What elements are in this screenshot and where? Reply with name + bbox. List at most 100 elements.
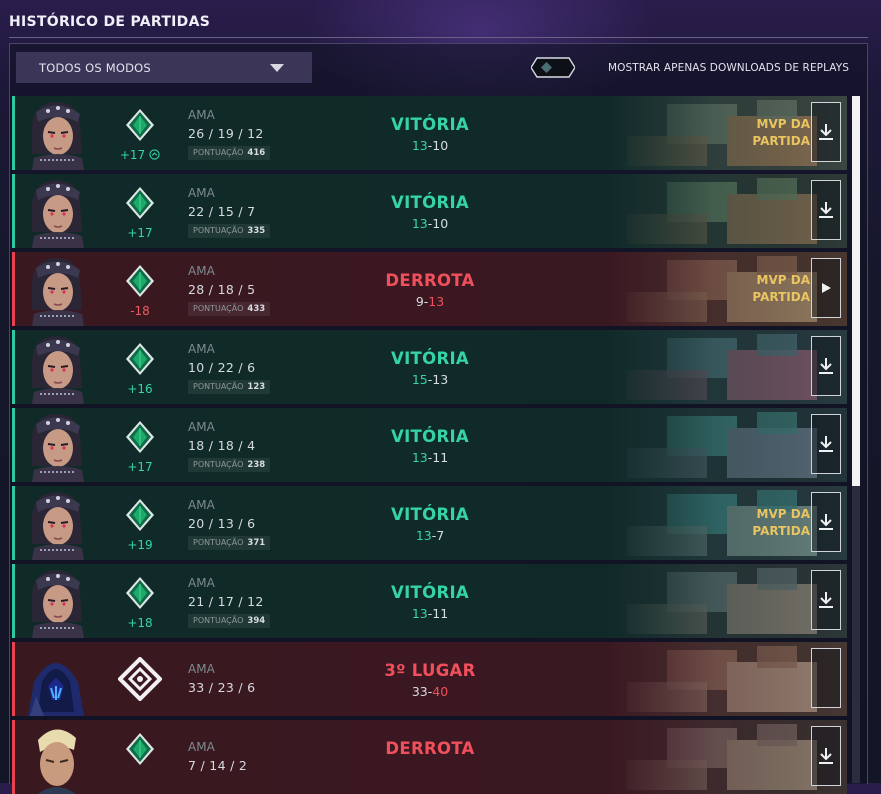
rank-rating-value: +16 [127,382,153,396]
download-replay-button[interactable] [811,180,841,240]
title-divider [9,37,868,38]
game-mode-label: AMA [188,740,215,754]
rank-rating-value: +17 [127,460,153,474]
team-score: 9 [415,294,424,309]
download-replay-button[interactable] [811,492,841,552]
play-icon [820,282,832,294]
emerald-rank-icon [124,342,156,376]
scrollbar-thumb[interactable] [852,96,860,486]
result-accent-bar [12,408,15,482]
rank-rating-value: +18 [127,616,153,630]
score-badge: PONTUAÇÃO 416 [188,146,271,160]
download-replay-button[interactable] [811,414,841,474]
download-replay-button[interactable] [811,336,841,396]
download-icon [817,435,835,453]
rank-rating-change: +17 [112,148,168,162]
match-row[interactable]: +17 AMA 26 / 19 / 12 PONTUAÇÃO 416 VITÓRI… [12,96,847,170]
emerald-rank-icon [124,264,156,298]
enemy-score: 10 [432,138,449,153]
mvp-badge: MVP DA PARTIDA [752,507,810,538]
team-score: 15 [411,372,428,387]
match-row[interactable]: +16 AMA 10 / 22 / 6 PONTUAÇÃO 123 VITÓRIA… [12,330,847,404]
kda-stats: 21 / 17 / 12 [188,594,264,609]
score-value: 335 [247,226,266,236]
kda-stats: 28 / 18 / 5 [188,282,256,297]
match-result-label: VITÓRIA [391,193,469,212]
result-accent-bar [12,642,15,716]
match-result-label: VITÓRIA [391,115,469,134]
kda-stats: 20 / 13 / 6 [188,516,256,531]
rank-rating-change: +17 [112,460,168,474]
score-label: PONTUAÇÃO [193,226,244,235]
score-badge: PONTUAÇÃO 238 [188,458,271,472]
enemy-score: 10 [432,216,449,231]
match-result-label: VITÓRIA [391,427,469,446]
score-value: 394 [247,616,266,626]
score-label: PONTUAÇÃO [193,304,244,313]
download-icon [817,513,835,531]
replay-filter-label: MOSTRAR APENAS DOWNLOADS DE REPLAYS [608,62,850,74]
match-row[interactable]: +19 AMA 20 / 13 / 6 PONTUAÇÃO 371 VITÓRIA… [12,486,847,560]
kda-stats: 22 / 15 / 7 [188,204,256,219]
match-result-label: DERROTA [385,271,475,290]
team-score: 13 [411,216,428,231]
match-score: 9-13 [330,294,530,309]
enemy-score: 13 [432,372,449,387]
shield-up-icon [149,149,160,160]
emerald-rank-icon [124,108,156,142]
rank-rating-value: +17 [119,148,146,162]
result-accent-bar [12,564,15,638]
download-icon [817,201,835,219]
rank-rating-value: -18 [130,304,150,318]
chevron-down-icon [270,64,284,72]
agent-portrait-reyna [24,486,88,560]
score-badge: PONTUAÇÃO 394 [188,614,271,628]
rank-rating-change: +17 [112,226,168,240]
result-accent-bar [12,96,15,170]
team-score: 13 [415,528,432,543]
score-label: PONTUAÇÃO [193,616,244,625]
rank-rating-change: +18 [112,616,168,630]
score-badge: PONTUAÇÃO 433 [188,302,271,316]
match-row[interactable]: +17 AMA 18 / 18 / 4 PONTUAÇÃO 238 VITÓRIA… [12,408,847,482]
team-score: 33 [411,684,428,699]
game-mode-label: AMA [188,498,215,512]
rank-rating-value: +19 [127,538,153,552]
download-replay-button[interactable] [811,102,841,162]
mode-filter-dropdown[interactable]: TODOS OS MODOS [16,52,312,83]
play-replay-button[interactable] [811,258,841,318]
match-score: 13-10 [330,216,530,231]
score-label: PONTUAÇÃO [193,460,244,469]
kda-stats: 33 / 23 / 6 [188,680,256,695]
rank-rating-change: +19 [112,538,168,552]
score-label: PONTUAÇÃO [193,538,244,547]
match-row[interactable]: +17 AMA 22 / 15 / 7 PONTUAÇÃO 335 VITÓRIA… [12,174,847,248]
download-replay-button[interactable] [811,726,841,786]
replay-filter-toggle[interactable] [531,57,575,78]
kda-stats: 7 / 14 / 2 [188,758,248,773]
enemy-score: 13 [428,294,445,309]
game-mode-label: AMA [188,108,215,122]
download-replay-button[interactable] [811,570,841,630]
match-row[interactable]: -18 AMA 28 / 18 / 5 PONTUAÇÃO 433 DERROTA… [12,252,847,326]
page-title: HISTÓRICO DE PARTIDAS [9,14,211,30]
download-icon [817,747,835,765]
match-score: 13-10 [330,138,530,153]
mode-filter-label: TODOS OS MODOS [39,60,151,75]
game-mode-label: AMA [188,186,215,200]
match-row[interactable]: AMA 33 / 23 / 6 3º LUGAR 33-40 [12,642,847,716]
download-icon [817,123,835,141]
agent-portrait-reyna [24,564,88,638]
kda-stats: 26 / 19 / 12 [188,126,264,141]
emerald-rank-icon [124,420,156,454]
score-value: 433 [247,304,266,314]
result-accent-bar [12,330,15,404]
match-row[interactable]: +18 AMA 21 / 17 / 12 PONTUAÇÃO 394 VITÓRI… [12,564,847,638]
agent-portrait-reyna [24,330,88,404]
score-label: PONTUAÇÃO [193,382,244,391]
team-score: 13 [411,606,428,621]
score-badge: PONTUAÇÃO 371 [188,536,271,550]
download-icon [817,591,835,609]
team-score: 13 [411,450,428,465]
game-mode-label: AMA [188,264,215,278]
